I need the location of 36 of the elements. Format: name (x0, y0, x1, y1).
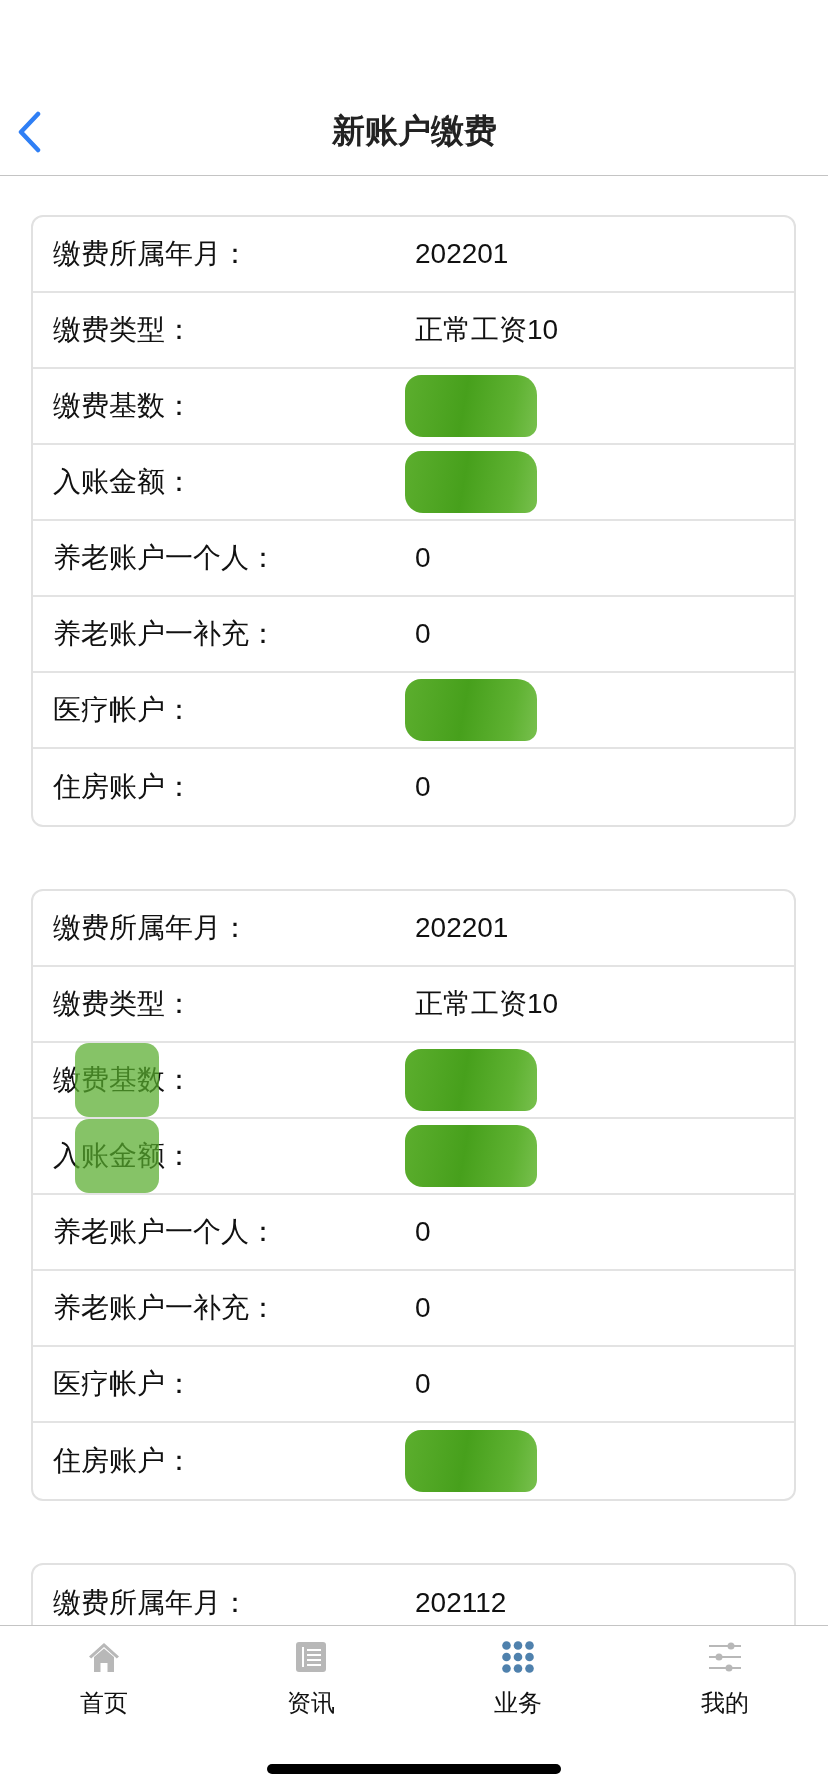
apps-grid-icon (501, 1641, 534, 1673)
sliders-icon (708, 1641, 741, 1673)
field-label: 住房账户： (53, 1444, 193, 1478)
field-label: 医疗帐户： (53, 693, 193, 727)
nav-tab[interactable]: 我的 (621, 1626, 828, 1718)
field-label: 住房账户： (53, 770, 193, 804)
field-value: 0 (415, 542, 431, 574)
nav-tab[interactable]: 业务 (414, 1626, 621, 1718)
field-value: 0 (415, 771, 431, 803)
field-value: 0 (415, 1216, 431, 1248)
field-label: 养老账户一补充： (53, 617, 277, 651)
field-label: 缴费类型： (53, 313, 193, 347)
field-value: 0 (415, 1368, 431, 1400)
field-value: 202201 (415, 238, 509, 270)
field-value: 0 (415, 618, 431, 650)
field-label: 缴费所属年月： (53, 1586, 249, 1620)
back-icon (16, 110, 42, 153)
field-label: 缴费类型： (53, 987, 193, 1021)
field-value: 正常工资10 (415, 313, 559, 347)
field-value: 202112 (415, 1587, 507, 1619)
field-value: 202201 (415, 912, 509, 944)
document-icon (294, 1641, 327, 1673)
nav-tab[interactable]: 首页 (0, 1626, 207, 1718)
field-label: 养老账户一个人： (53, 1215, 277, 1249)
field-value: 0 (415, 1292, 431, 1324)
field-label: 养老账户一补充： (53, 1291, 277, 1325)
field-label: 养老账户一个人： (53, 541, 277, 575)
field-label: 缴费基数： (53, 389, 193, 423)
field-label: 入账金额： (53, 465, 193, 499)
home-icon (87, 1641, 120, 1673)
field-label: 缴费所属年月： (53, 911, 249, 945)
field-label: 缴费所属年月： (53, 237, 249, 271)
nav-tab[interactable]: 资讯 (207, 1626, 414, 1718)
field-label: 医疗帐户： (53, 1367, 193, 1401)
field-value: 正常工资10 (415, 987, 559, 1021)
page-title: 新账户缴费 (331, 111, 497, 151)
